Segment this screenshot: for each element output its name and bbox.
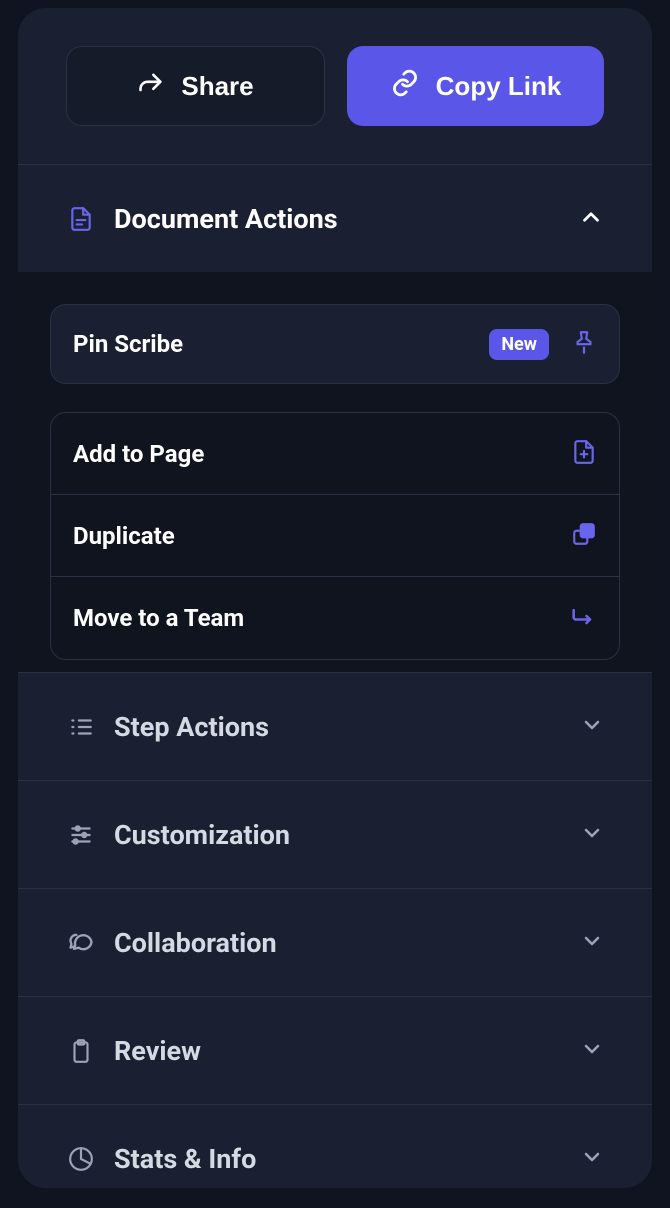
top-button-row: Share Copy Link (18, 8, 652, 164)
sliders-icon (66, 822, 96, 848)
section-customization[interactable]: Customization (18, 780, 652, 888)
pin-icon (571, 329, 597, 359)
duplicate-item[interactable]: Duplicate (51, 495, 619, 577)
move-to-team-item[interactable]: Move to a Team (51, 577, 619, 659)
pie-chart-icon (66, 1146, 96, 1172)
chevron-down-icon (580, 821, 604, 849)
section-stats-info[interactable]: Stats & Info (18, 1104, 652, 1188)
duplicate-label: Duplicate (73, 522, 571, 550)
copy-link-button[interactable]: Copy Link (347, 46, 604, 126)
pin-scribe-label: Pin Scribe (73, 330, 489, 358)
share-arrow-icon (137, 69, 165, 104)
share-button[interactable]: Share (66, 46, 325, 126)
duplicate-icon (571, 521, 597, 551)
chevron-down-icon (580, 1145, 604, 1173)
chat-bubbles-icon (66, 929, 96, 957)
clipboard-icon (66, 1038, 96, 1064)
actions-panel: Share Copy Link Document Actions Pin Scr… (18, 8, 652, 1188)
section-stats-info-label: Stats & Info (114, 1143, 580, 1175)
chevron-down-icon (580, 1037, 604, 1065)
new-badge: New (489, 329, 549, 360)
document-actions-list: Add to Page Duplicate Move to a Team (50, 412, 620, 660)
share-button-label: Share (181, 71, 253, 102)
move-arrow-icon (569, 602, 597, 634)
pin-scribe-item[interactable]: Pin Scribe New (50, 304, 620, 384)
section-review[interactable]: Review (18, 996, 652, 1104)
section-step-actions[interactable]: Step Actions (18, 672, 652, 780)
section-collaboration-label: Collaboration (114, 927, 580, 959)
document-actions-body: Pin Scribe New Add to Page Duplicate Mov… (18, 272, 652, 672)
file-plus-icon (571, 439, 597, 469)
section-document-actions-label: Document Actions (114, 203, 578, 235)
section-review-label: Review (114, 1035, 580, 1067)
add-to-page-item[interactable]: Add to Page (51, 413, 619, 495)
link-icon (390, 68, 420, 105)
section-document-actions[interactable]: Document Actions (18, 164, 652, 272)
section-step-actions-label: Step Actions (114, 711, 580, 743)
chevron-up-icon (578, 204, 604, 234)
copy-link-button-label: Copy Link (436, 71, 562, 102)
add-to-page-label: Add to Page (73, 440, 571, 468)
chevron-down-icon (580, 713, 604, 741)
move-to-team-label: Move to a Team (73, 604, 569, 632)
chevron-down-icon (580, 929, 604, 957)
document-icon (66, 206, 96, 232)
section-collaboration[interactable]: Collaboration (18, 888, 652, 996)
ordered-list-icon (66, 714, 96, 740)
section-customization-label: Customization (114, 819, 580, 851)
